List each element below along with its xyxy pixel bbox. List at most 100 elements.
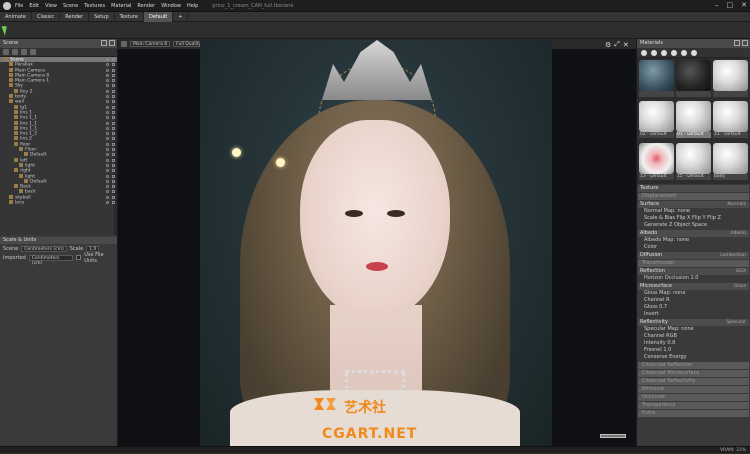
- visibility-icon[interactable]: [106, 126, 109, 130]
- visibility-icon[interactable]: [106, 158, 109, 162]
- visibility-icon[interactable]: [106, 121, 109, 125]
- lock-icon[interactable]: [112, 179, 115, 183]
- visibility-icon[interactable]: [106, 63, 109, 67]
- visibility-icon[interactable]: [106, 142, 109, 146]
- export-material-icon[interactable]: [691, 50, 697, 56]
- lock-icon[interactable]: [112, 195, 115, 199]
- property-section-header[interactable]: Diffusion Lambertian: [638, 252, 749, 259]
- maximize-icon[interactable]: □: [727, 1, 734, 9]
- menu-item[interactable]: Render: [137, 3, 155, 9]
- tab-animate[interactable]: Animate: [0, 11, 32, 22]
- viewport-nav-bar[interactable]: [600, 434, 626, 438]
- group-icon[interactable]: [30, 49, 36, 55]
- lock-icon[interactable]: [112, 79, 115, 83]
- material-swatch[interactable]: [639, 60, 674, 99]
- use-file-units-checkbox[interactable]: [76, 255, 82, 260]
- property-section-header[interactable]: Texture: [638, 185, 749, 192]
- material-swatch[interactable]: 15 - Default: [676, 142, 711, 182]
- visibility-icon[interactable]: [106, 84, 109, 88]
- property-row[interactable]: Gloss Map: none: [638, 290, 749, 297]
- duplicate-material-icon[interactable]: [651, 50, 657, 56]
- section-mode[interactable]: Albedo: [730, 230, 746, 237]
- visibility-icon[interactable]: [106, 110, 109, 114]
- menu-item[interactable]: Edit: [29, 3, 39, 9]
- property-row[interactable]: Fresnel 1.0: [638, 347, 749, 354]
- property-section-header[interactable]: Microsurface Gloss: [638, 283, 749, 290]
- property-section-collapsed[interactable]: Extra: [638, 410, 749, 417]
- property-row[interactable]: Scale & Bias Flip X Flip Y Flip Z: [638, 215, 749, 222]
- section-mode[interactable]: Lambertian: [720, 252, 746, 259]
- visibility-icon[interactable]: [106, 163, 109, 167]
- section-mode[interactable]: Normals: [727, 201, 746, 208]
- property-row[interactable]: Gloss 0.7: [638, 304, 749, 311]
- lock-icon[interactable]: [112, 58, 115, 61]
- lock-icon[interactable]: [112, 169, 115, 173]
- property-section-collapsed[interactable]: Transmission: [638, 260, 749, 267]
- assign-material-icon[interactable]: [671, 50, 677, 56]
- lock-icon[interactable]: [112, 137, 115, 141]
- tab-add[interactable]: +: [173, 11, 189, 22]
- select-tool-icon[interactable]: [1, 24, 10, 36]
- menu-item[interactable]: Textures: [84, 3, 105, 9]
- lock-icon[interactable]: [112, 142, 115, 146]
- visibility-icon[interactable]: [106, 179, 109, 183]
- close-icon[interactable]: ✕: [741, 1, 747, 9]
- property-section-header[interactable]: Reflection GGX: [638, 268, 749, 275]
- property-row[interactable]: Horizon Occlusion 1.0: [638, 275, 749, 282]
- visibility-icon[interactable]: [106, 185, 109, 189]
- property-section-header[interactable]: Albedo Albedo: [638, 230, 749, 237]
- minimize-icon[interactable]: –: [715, 1, 719, 9]
- lock-icon[interactable]: [112, 100, 115, 104]
- material-swatch[interactable]: 01 - Default: [676, 101, 711, 140]
- delete-icon[interactable]: [21, 49, 27, 55]
- pick-material-icon[interactable]: [661, 50, 667, 56]
- menu-item[interactable]: Window: [161, 3, 181, 9]
- material-swatch[interactable]: [713, 60, 748, 99]
- lock-icon[interactable]: [112, 89, 115, 93]
- section-mode[interactable]: Specular: [726, 319, 746, 326]
- lock-icon[interactable]: [112, 126, 115, 130]
- material-swatch[interactable]: 13 - Default: [639, 142, 674, 182]
- light-gizmo-icon[interactable]: [232, 148, 241, 157]
- material-swatch[interactable]: [676, 60, 711, 99]
- light-gizmo-icon[interactable]: [276, 158, 285, 167]
- visibility-icon[interactable]: [106, 153, 109, 157]
- tab-classic[interactable]: Classic: [32, 11, 61, 22]
- visibility-icon[interactable]: [106, 68, 109, 72]
- menu-item[interactable]: Help: [187, 3, 198, 9]
- lock-icon[interactable]: [112, 95, 115, 99]
- tab-setup[interactable]: Setup: [89, 11, 115, 22]
- menu-item[interactable]: View: [45, 3, 57, 9]
- lock-icon[interactable]: [112, 174, 115, 178]
- new-material-icon[interactable]: [641, 50, 647, 56]
- tab-texture[interactable]: Texture: [115, 11, 144, 22]
- camera-dropdown[interactable]: Main Camera 8: [130, 41, 171, 47]
- visibility-icon[interactable]: [106, 95, 109, 99]
- lock-icon[interactable]: [112, 158, 115, 162]
- property-row[interactable]: Invert: [638, 311, 749, 318]
- lock-icon[interactable]: [112, 201, 115, 205]
- settings-icon[interactable]: ⚙: [605, 41, 611, 49]
- visibility-icon[interactable]: [106, 89, 109, 93]
- visibility-icon[interactable]: [106, 169, 109, 173]
- section-mode[interactable]: GGX: [736, 268, 746, 275]
- property-section-header[interactable]: Reflectivity Specular: [638, 319, 749, 326]
- render-view[interactable]: [200, 40, 552, 446]
- section-mode[interactable]: Gloss: [734, 283, 746, 290]
- visibility-icon[interactable]: [106, 73, 109, 77]
- lock-icon[interactable]: [112, 116, 115, 120]
- property-row[interactable]: Specular Map: none: [638, 326, 749, 333]
- menu-item[interactable]: File: [15, 3, 23, 9]
- panel-options-icon[interactable]: [101, 40, 107, 46]
- lock-icon[interactable]: [112, 105, 115, 109]
- property-section-header[interactable]: Surface Normals: [638, 201, 749, 208]
- lock-icon[interactable]: [112, 153, 115, 157]
- scene-tree-item[interactable]: lens: [0, 200, 117, 206]
- visibility-icon[interactable]: [106, 190, 109, 194]
- imported-units-dropdown[interactable]: Centimeters (cm): [28, 254, 74, 266]
- material-swatch[interactable]: body: [713, 142, 748, 182]
- visibility-icon[interactable]: [106, 58, 109, 61]
- panel-options-icon[interactable]: [734, 40, 740, 46]
- material-swatch[interactable]: 02 - Default: [639, 101, 674, 140]
- expand-icon[interactable]: ⤢: [614, 40, 620, 49]
